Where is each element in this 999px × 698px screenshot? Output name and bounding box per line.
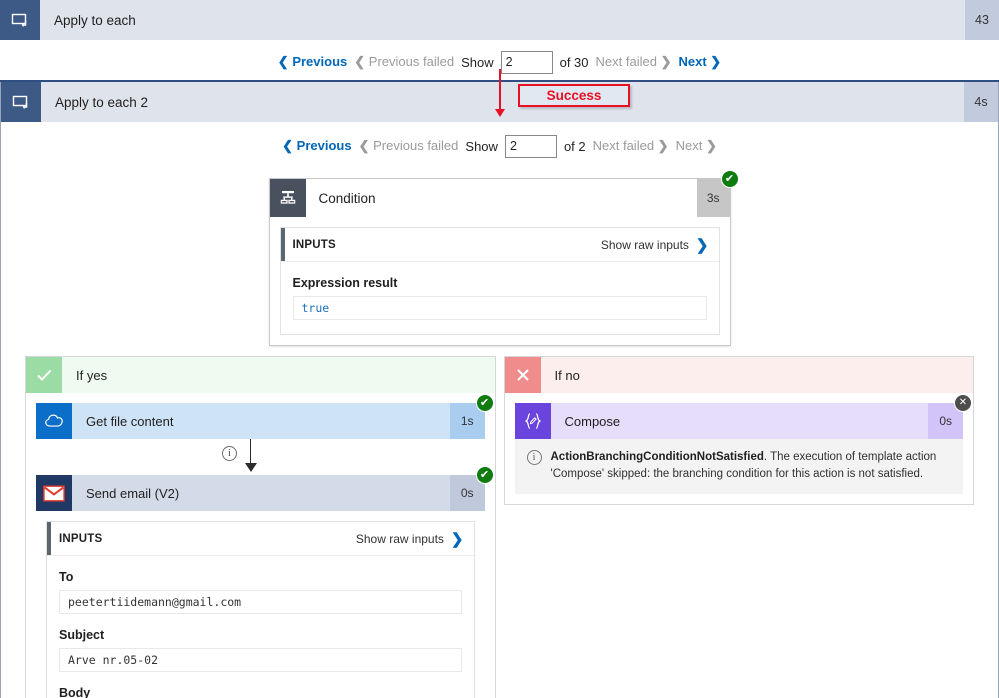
inner-previous-link[interactable]: ❮ Previous [282,138,351,154]
annotation-arrow-line [499,69,501,112]
chevron-right-icon: ❯ [695,236,709,254]
condition-branch-icon [269,179,306,217]
compose-skip-message: i ActionBranchingConditionNotSatisfied. … [514,439,963,494]
email-field-body: Body <p>TerePaul Tiidemann</p> [47,672,474,698]
chevron-left-icon: ❮ [358,138,370,153]
condition-card[interactable]: ✔ Condition 3s INPUTS Show raw inputs ❯ … [268,170,739,346]
email-body-label: Body [59,686,91,698]
logic-app-run-view: Apply to each 43 ❮ Previous ❮ Previous f… [0,0,999,698]
foreach-loop-icon [0,0,40,40]
outer-loop-duration: 43 [965,0,999,40]
condition-title: Condition [318,190,376,206]
condition-inputs-panel: INPUTS Show raw inputs ❯ Expression resu… [279,227,720,335]
email-field-to: To peetertiidemann@gmail.com [47,556,474,614]
chevron-right-icon: ❯ [450,530,464,548]
status-badge-succeeded: ✔ [475,394,494,412]
condition-card-header[interactable]: Condition 3s [269,179,730,217]
outer-total-label: of 30 [559,54,589,70]
annotation-arrow-head-icon [495,109,505,117]
action-send-email-name: Send email (V2) [86,485,180,501]
inner-show-label: Show [465,138,498,154]
inner-loop-duration: 4s [964,82,998,122]
close-x-icon [504,357,541,393]
outer-previous-failed-link[interactable]: ❮ Previous failed [354,54,454,70]
condition-zone: ✔ Condition 3s INPUTS Show raw inputs ❯ … [1,164,998,346]
chevron-right-icon: ❯ [657,138,669,153]
condition-inputs-title: INPUTS [292,238,336,251]
action-compose-name: Compose [564,413,621,429]
inner-next-link[interactable]: Next ❯ [676,138,717,154]
action-compose[interactable]: ✕ Compose 0s [514,394,972,439]
compose-skip-message-text: ActionBranchingConditionNotSatisfied. Th… [551,449,952,484]
action-get-file-content-name: Get file content [86,413,174,429]
chevron-left-icon: ❮ [277,54,289,69]
email-to-label: To [59,570,74,584]
checkmark-icon [26,357,62,393]
annotation-success-callout: Success [518,84,630,107]
chevron-right-icon: ❯ [705,138,717,153]
outer-page-input[interactable] [500,50,553,74]
chevron-left-icon: ❮ [282,138,294,153]
branch-if-yes-label: If yes [76,367,108,383]
condition-show-raw-inputs-link[interactable]: Show raw inputs ❯ [601,236,709,254]
email-to-value[interactable]: peetertiidemann@gmail.com [59,590,462,614]
outer-previous-link[interactable]: ❮ Previous [278,54,347,70]
info-icon: i [526,450,542,465]
onedrive-icon [36,403,72,439]
branch-if-no: If no ✕ Compose 0s i ActionBranchingCond… [503,356,974,505]
branch-if-no-header: If no [504,357,973,393]
branch-if-yes-header: If yes [26,357,495,393]
condition-expression-label: Expression result [292,276,398,290]
outer-next-failed-link[interactable]: Next failed ❯ [596,54,672,70]
condition-branches: If yes ✔ Get file content 1s i ✔ Send em… [1,346,998,698]
send-email-inputs-header: INPUTS Show raw inputs ❯ [47,522,474,556]
outer-loop-header[interactable]: Apply to each 43 [0,0,999,40]
chevron-right-icon: ❯ [710,54,722,69]
foreach-loop-icon [1,82,41,122]
condition-expression-field: Expression result true [281,262,719,334]
action-get-file-content[interactable]: ✔ Get file content 1s [36,394,494,439]
inner-page-input[interactable] [504,134,557,158]
inner-total-label: of 2 [563,138,586,154]
send-email-inputs-title: INPUTS [59,532,103,545]
inner-pager: ❮ Previous ❮ Previous failed Show of 2 N… [1,128,998,164]
email-subject-label: Subject [59,628,105,642]
inner-loop-container: Apply to each 2 4s ❮ Previous ❮ Previous… [0,82,999,698]
branch-if-yes-body: ✔ Get file content 1s i ✔ Send email (V2… [26,393,495,698]
outer-show-label: Show [461,54,494,70]
outer-loop-title: Apply to each [54,12,136,28]
connector-arrowhead-icon [245,463,257,472]
send-email-show-raw-inputs-link[interactable]: Show raw inputs ❯ [356,530,464,548]
outer-next-link[interactable]: Next ❯ [678,54,721,70]
condition-expression-value: true [292,296,707,320]
email-field-subject: Subject Arve nr.05-02 [47,614,474,672]
status-badge-succeeded: ✔ [475,466,494,484]
inner-next-failed-link[interactable]: Next failed ❯ [593,138,669,154]
branch-if-yes: If yes ✔ Get file content 1s i ✔ Send em… [25,356,496,698]
status-badge-succeeded: ✔ [720,170,739,188]
chevron-right-icon: ❯ [660,54,672,69]
condition-inputs-header: INPUTS Show raw inputs ❯ [280,228,719,262]
info-icon[interactable]: i [222,446,237,461]
chevron-left-icon: ❮ [354,54,366,69]
compose-skip-code: ActionBranchingConditionNotSatisfied [550,451,764,463]
inner-previous-failed-link[interactable]: ❮ Previous failed [359,138,459,154]
branch-if-no-body: ✕ Compose 0s i ActionBranchingConditionN… [505,393,974,504]
send-email-inputs-panel: INPUTS Show raw inputs ❯ To peetertiidem… [46,521,475,698]
action-connector: i [36,439,485,475]
status-badge-skipped: ✕ [954,394,972,412]
compose-braces-icon [514,403,551,439]
action-send-email[interactable]: ✔ Send email (V2) 0s [36,466,494,511]
branch-if-no-label: If no [554,367,580,383]
email-subject-value[interactable]: Arve nr.05-02 [59,648,462,672]
gmail-icon [36,475,72,511]
